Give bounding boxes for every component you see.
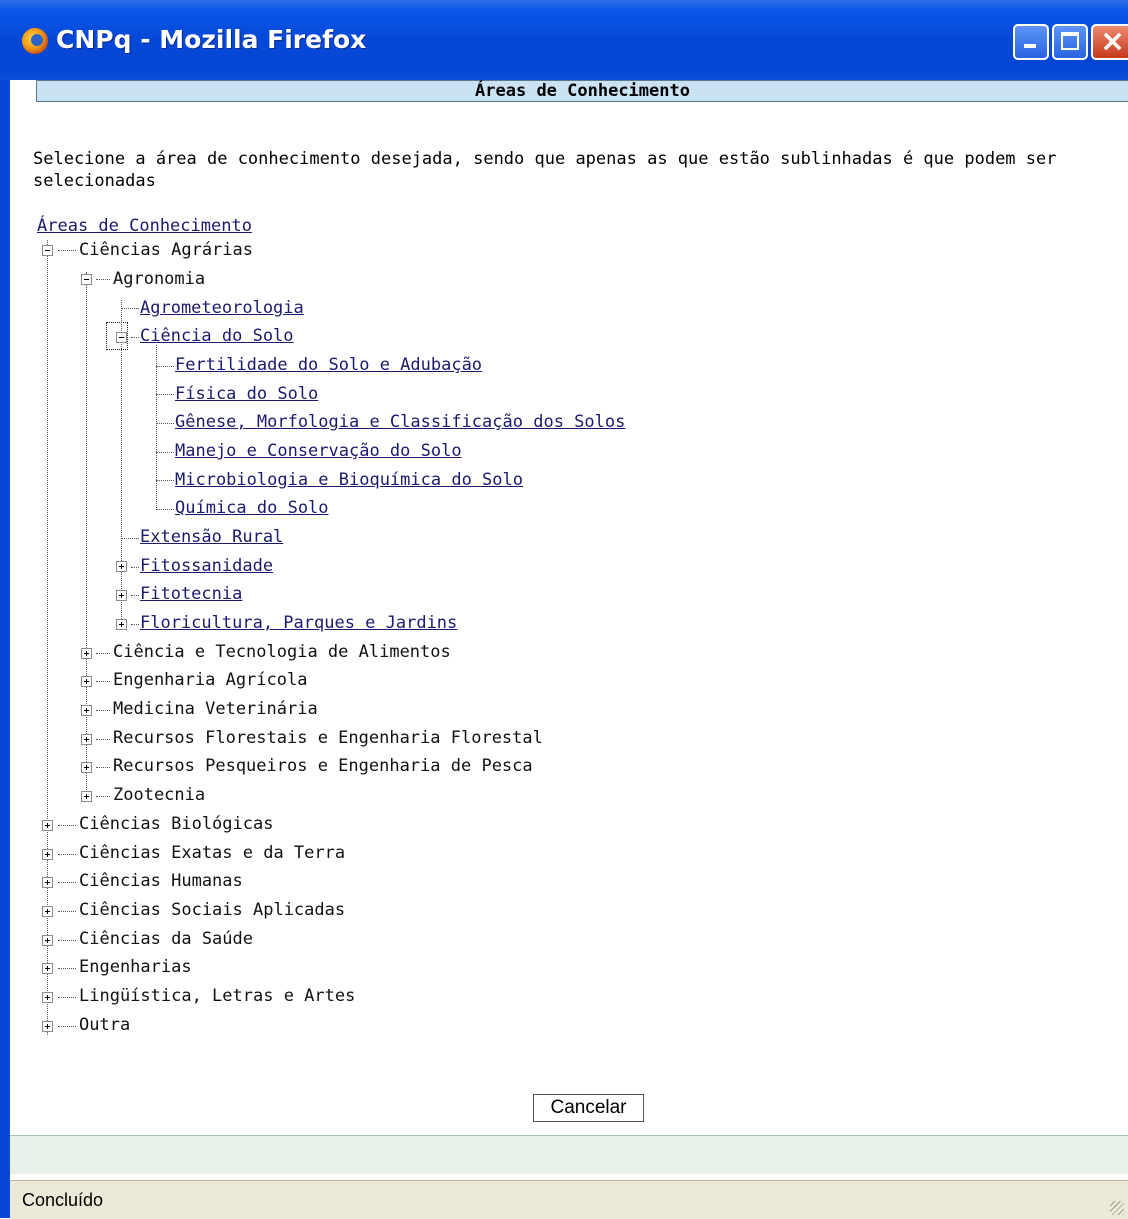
tree-line [58,854,76,855]
maximize-icon [1061,32,1079,50]
window-titlebar: CNPq - Mozilla Firefox × [0,0,1128,80]
tree-line [156,394,174,395]
tree-link-floricultura[interactable]: Floricultura, Parques e Jardins [140,613,457,633]
tree-line [156,345,157,510]
bottom-bar [10,1135,1128,1174]
maximize-button[interactable] [1052,24,1088,60]
tree-line [156,480,174,481]
window-title: CNPq - Mozilla Firefox [56,25,367,54]
tree-item-outra: Outra [79,1015,131,1035]
tree-item-medicina-veterinaria: Medicina Veterinária [113,699,318,719]
expand-icon[interactable] [81,676,92,687]
expand-icon[interactable] [42,906,53,917]
expand-icon[interactable] [81,791,92,802]
close-icon: × [1100,24,1126,59]
tree-line [156,452,174,453]
focus-indicator [106,322,128,350]
minimize-button[interactable] [1013,24,1049,60]
expand-icon[interactable] [42,877,53,888]
tree-line [86,272,87,796]
tree-line [96,279,110,280]
tree-line [58,882,76,883]
tree-link-fitotecnia[interactable]: Fitotecnia [140,584,242,604]
tree-item-recursos-pesqueiros: Recursos Pesqueiros e Engenharia de Pesc… [113,756,533,776]
tree-link-quimica-do-solo[interactable]: Química do Solo [175,498,329,518]
tree-item-zootecnia: Zootecnia [113,785,206,805]
tree-item-agronomia: Agronomia [113,269,206,289]
cancel-button[interactable]: Cancelar [533,1094,644,1122]
tree-line [58,825,76,826]
expand-icon[interactable] [42,935,53,946]
tree-line [58,968,76,969]
tree-line [96,710,110,711]
tree-link-genese[interactable]: Gênese, Morfologia e Classificação dos S… [175,412,625,432]
status-bar: Concluído [10,1180,1128,1219]
expand-icon[interactable] [81,648,92,659]
tree-item-humanas: Ciências Humanas [79,871,243,891]
tree-link-ciencia-do-solo[interactable]: Ciência do Solo [140,326,294,346]
tree-line [96,739,110,740]
tree-link-fertilidade[interactable]: Fertilidade do Solo e Adubação [175,355,482,375]
page-header: Áreas de Conhecimento [36,80,1128,102]
tree-item-recursos-florestais: Recursos Florestais e Engenharia Florest… [113,728,543,748]
expand-icon[interactable] [42,992,53,1003]
resize-grip-icon[interactable] [1110,1201,1124,1215]
expand-icon[interactable] [81,762,92,773]
expand-icon[interactable] [81,705,92,716]
tree-root-link[interactable]: Áreas de Conhecimento [37,216,252,236]
tree-line [58,997,76,998]
expand-icon[interactable] [42,849,53,860]
tree-item-alimentos: Ciência e Tecnologia de Alimentos [113,642,451,662]
window-frame-left [0,80,10,1218]
tree-line [96,796,110,797]
collapse-icon[interactable] [42,245,53,256]
tree-item-saude: Ciências da Saúde [79,929,253,949]
expand-icon[interactable] [42,963,53,974]
tree-item-exatas: Ciências Exatas e da Terra [79,843,346,863]
expand-icon[interactable] [116,590,127,601]
minimize-icon [1024,44,1036,48]
tree-line [131,337,139,338]
expand-icon[interactable] [42,1021,53,1032]
tree-line [156,366,174,367]
tree-item-engenharia-agricola: Engenharia Agrícola [113,670,308,690]
tree-link-microbiologia[interactable]: Microbiologia e Bioquímica do Solo [175,470,523,490]
tree-line [156,509,174,510]
tree-line [96,681,110,682]
tree-line [121,538,139,539]
collapse-icon[interactable] [81,274,92,285]
page-title: Áreas de Conhecimento [475,81,690,101]
tree-item-engenharias: Engenharias [79,957,192,977]
tree-line [121,308,139,309]
tree-link-fitossanidade[interactable]: Fitossanidade [140,556,273,576]
tree-line [58,940,76,941]
tree-line [131,567,139,568]
tree-line [96,653,110,654]
close-button[interactable]: × [1091,24,1128,60]
expand-icon[interactable] [116,561,127,572]
tree-line [96,767,110,768]
status-text: Concluído [22,1190,104,1210]
tree-link-extensao-rural[interactable]: Extensão Rural [140,527,283,547]
tree-item-linguistica: Lingüística, Letras e Artes [79,986,356,1006]
tree-item-ciencias-agrarias: Ciências Agrárias [79,240,253,260]
tree-line [58,1026,76,1027]
tree-item-sociais: Ciências Sociais Aplicadas [79,900,346,920]
tree-line [131,624,139,625]
firefox-icon [22,28,48,54]
tree-link-fisica-do-solo[interactable]: Física do Solo [175,384,318,404]
tree-link-manejo[interactable]: Manejo e Conservação do Solo [175,441,462,461]
tree-line [131,595,139,596]
tree-link-agrometeorologia[interactable]: Agrometeorologia [140,298,304,318]
expand-icon[interactable] [81,734,92,745]
tree-line [58,250,76,251]
tree-line [156,423,174,424]
expand-icon[interactable] [42,820,53,831]
tree-item-biologicas: Ciências Biológicas [79,814,274,834]
instructions-text: Selecione a área de conhecimento desejad… [33,149,1057,191]
expand-icon[interactable] [116,619,127,630]
tree-line [58,911,76,912]
